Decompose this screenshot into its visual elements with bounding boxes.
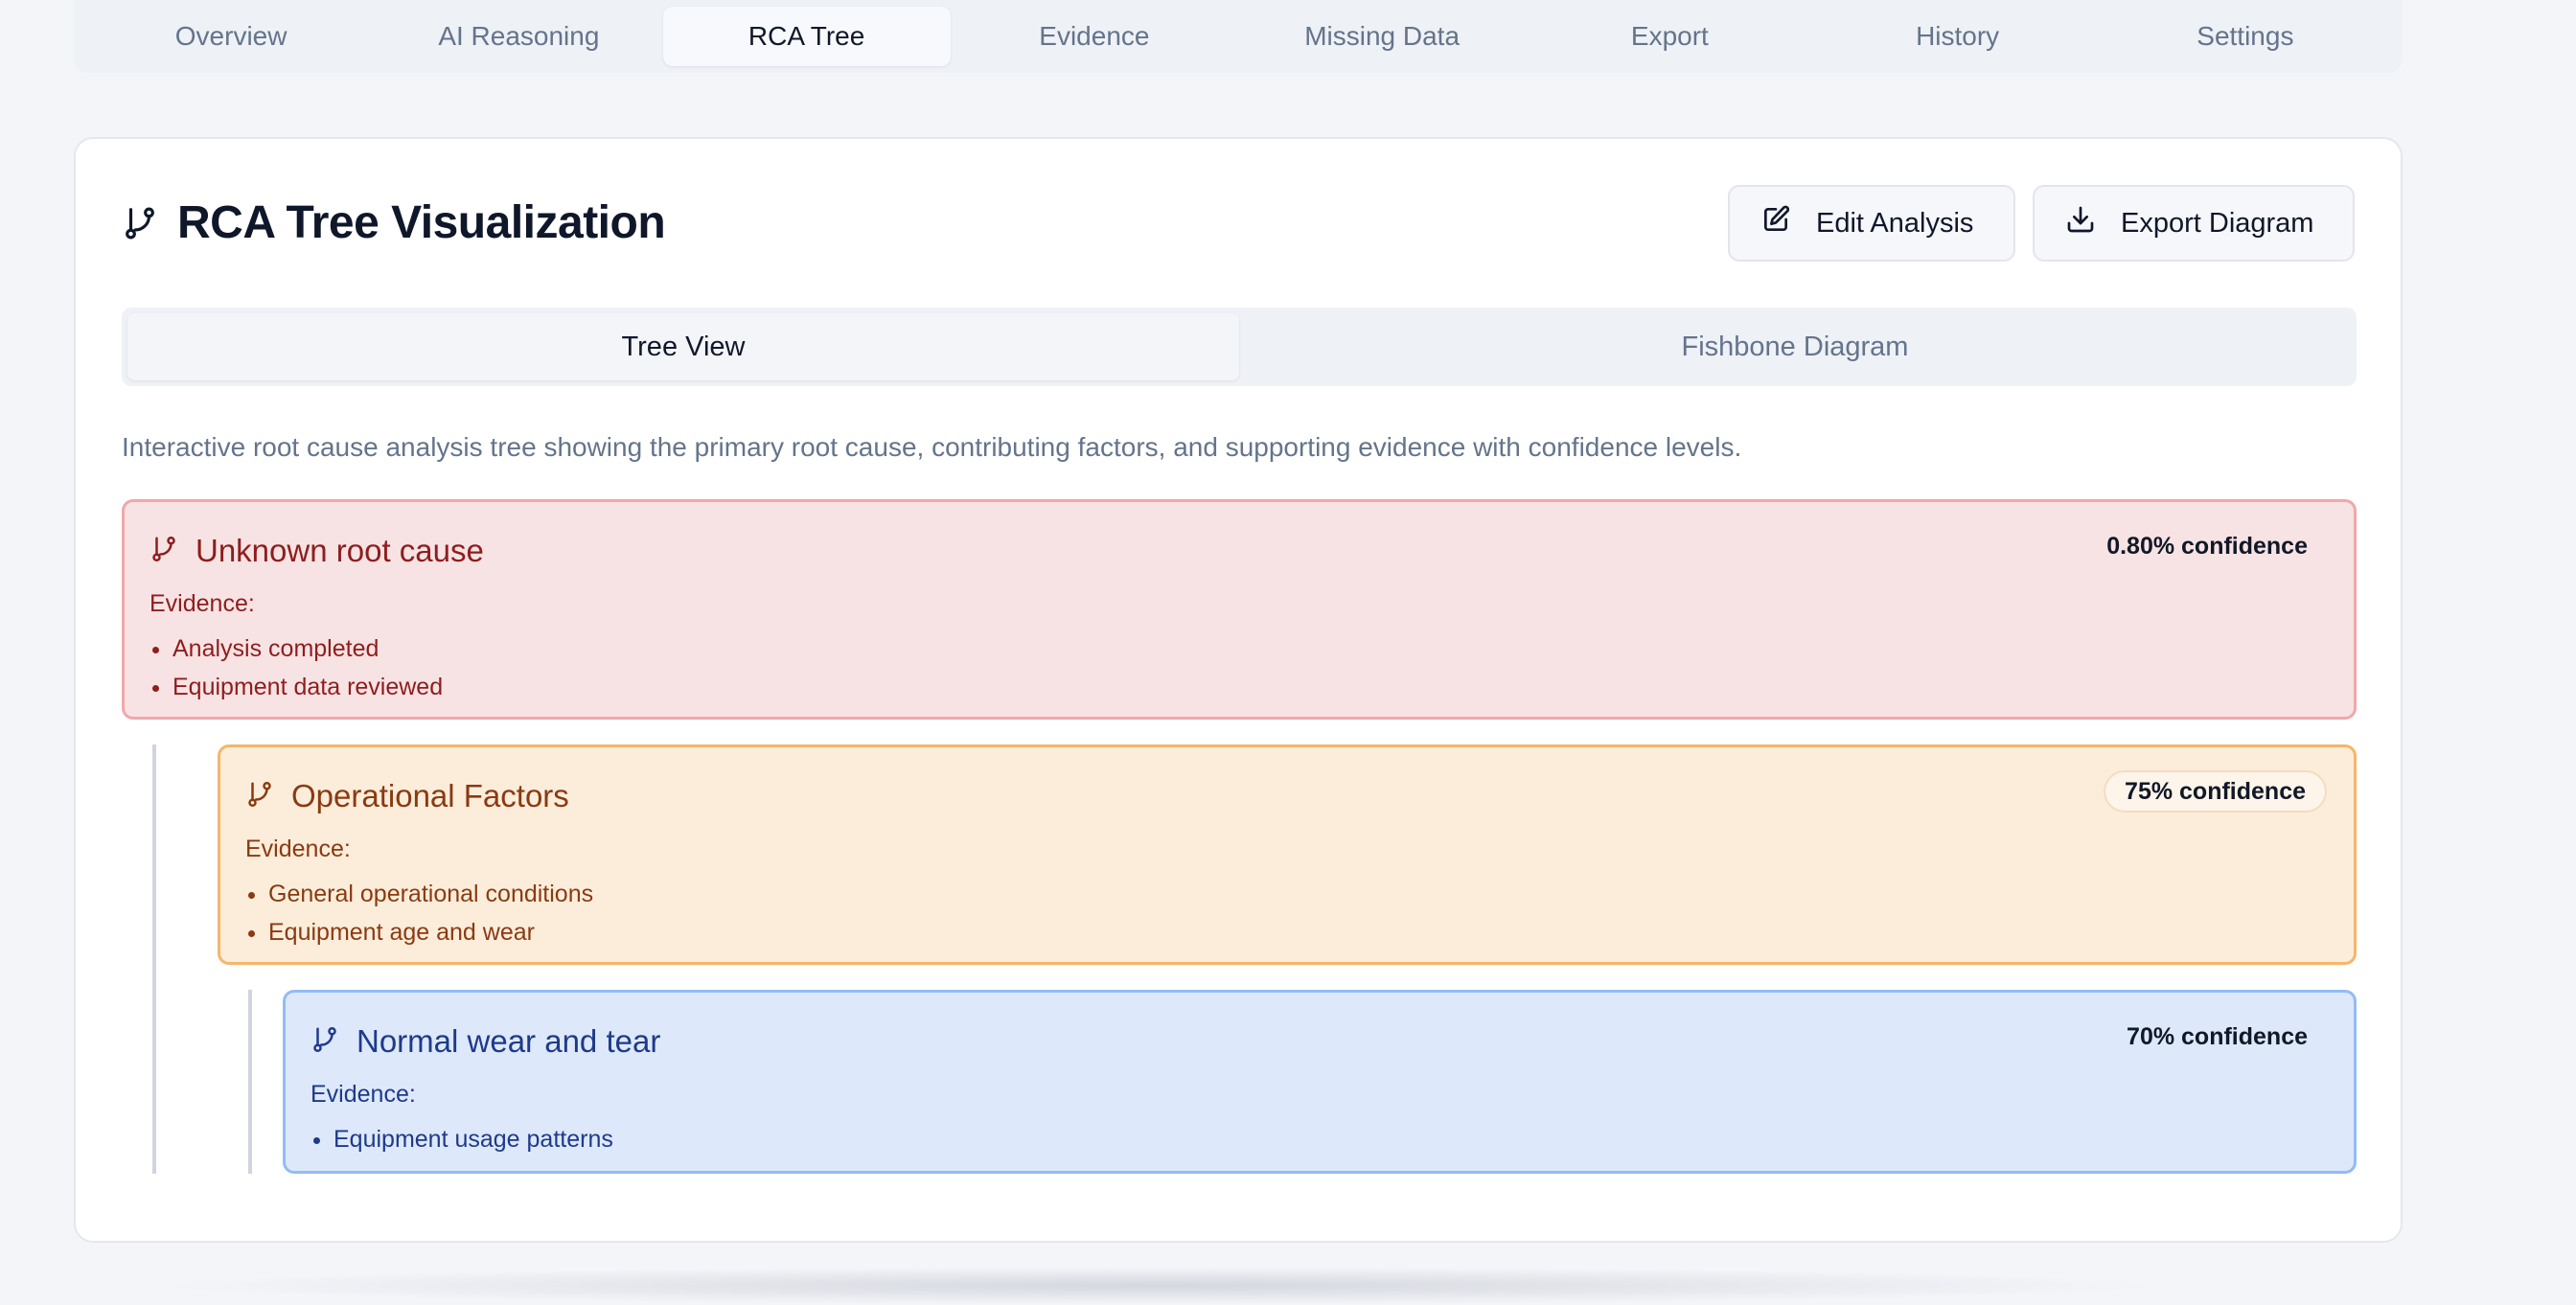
tab-history[interactable]: History (1814, 7, 2102, 66)
view-tabs: Tree View Fishbone Diagram (122, 308, 2357, 386)
top-navigation: Overview AI Reasoning RCA Tree Evidence … (74, 0, 2403, 73)
git-branch-icon (245, 780, 274, 813)
tab-overview[interactable]: Overview (87, 7, 375, 66)
export-diagram-label: Export Diagram (2121, 207, 2314, 239)
edit-icon (1760, 204, 1791, 242)
tree-description: Interactive root cause analysis tree sho… (122, 432, 1742, 462)
evidence-label: Evidence: (245, 836, 351, 862)
tab-rca-tree[interactable]: RCA Tree (662, 7, 951, 66)
tab-evidence[interactable]: Evidence (951, 7, 1238, 66)
evidence-item: Equipment age and wear (268, 913, 2329, 951)
page-title: RCA Tree Visualization (177, 197, 666, 248)
rca-tree-card: RCA Tree Visualization Edit Analysis Exp… (74, 137, 2403, 1243)
download-icon (2065, 204, 2096, 242)
node-title: Normal wear and tear (356, 1023, 661, 1059)
sub-cause-node[interactable]: Normal wear and tear 70% confidence Evid… (283, 990, 2357, 1174)
contributing-factor-node[interactable]: Operational Factors 75% confidence Evide… (218, 744, 2357, 965)
evidence-label: Evidence: (150, 590, 255, 617)
tab-ai-reasoning[interactable]: AI Reasoning (375, 7, 662, 66)
export-diagram-button[interactable]: Export Diagram (2033, 185, 2355, 262)
evidence-item: General operational conditions (268, 875, 2329, 913)
evidence-label: Evidence: (310, 1081, 416, 1108)
root-cause-node[interactable]: Unknown root cause 0.80% confidence Evid… (122, 499, 2357, 720)
git-branch-icon (310, 1025, 339, 1059)
tab-export[interactable]: Export (1526, 7, 1813, 66)
tree-connector-line (152, 744, 156, 1174)
evidence-item: Equipment usage patterns (334, 1120, 2329, 1158)
confidence-badge: 0.80% confidence (2087, 525, 2327, 567)
page-shadow (153, 1267, 2166, 1305)
tree-connector-line (248, 990, 252, 1174)
confidence-badge: 75% confidence (2104, 770, 2327, 813)
git-branch-icon (122, 205, 158, 241)
tab-missing-data[interactable]: Missing Data (1238, 7, 1526, 66)
evidence-list: General operational conditions Equipment… (245, 875, 2329, 951)
node-title: Operational Factors (291, 778, 569, 813)
evidence-list: Analysis completed Equipment data review… (150, 630, 2329, 706)
node-title: Unknown root cause (196, 533, 484, 568)
confidence-badge: 70% confidence (2107, 1016, 2327, 1058)
card-header: RCA Tree Visualization (122, 196, 666, 249)
tab-settings[interactable]: Settings (2102, 7, 2389, 66)
tab-fishbone-diagram[interactable]: Fishbone Diagram (1239, 313, 2351, 380)
edit-analysis-button[interactable]: Edit Analysis (1728, 185, 2015, 262)
evidence-list: Equipment usage patterns (310, 1120, 2329, 1158)
tab-tree-view[interactable]: Tree View (127, 313, 1239, 380)
evidence-item: Analysis completed (172, 630, 2329, 668)
card-actions: Edit Analysis Export Diagram (1728, 185, 2355, 262)
evidence-item: Equipment data reviewed (172, 668, 2329, 706)
edit-analysis-label: Edit Analysis (1816, 207, 1974, 239)
git-branch-icon (150, 535, 178, 568)
